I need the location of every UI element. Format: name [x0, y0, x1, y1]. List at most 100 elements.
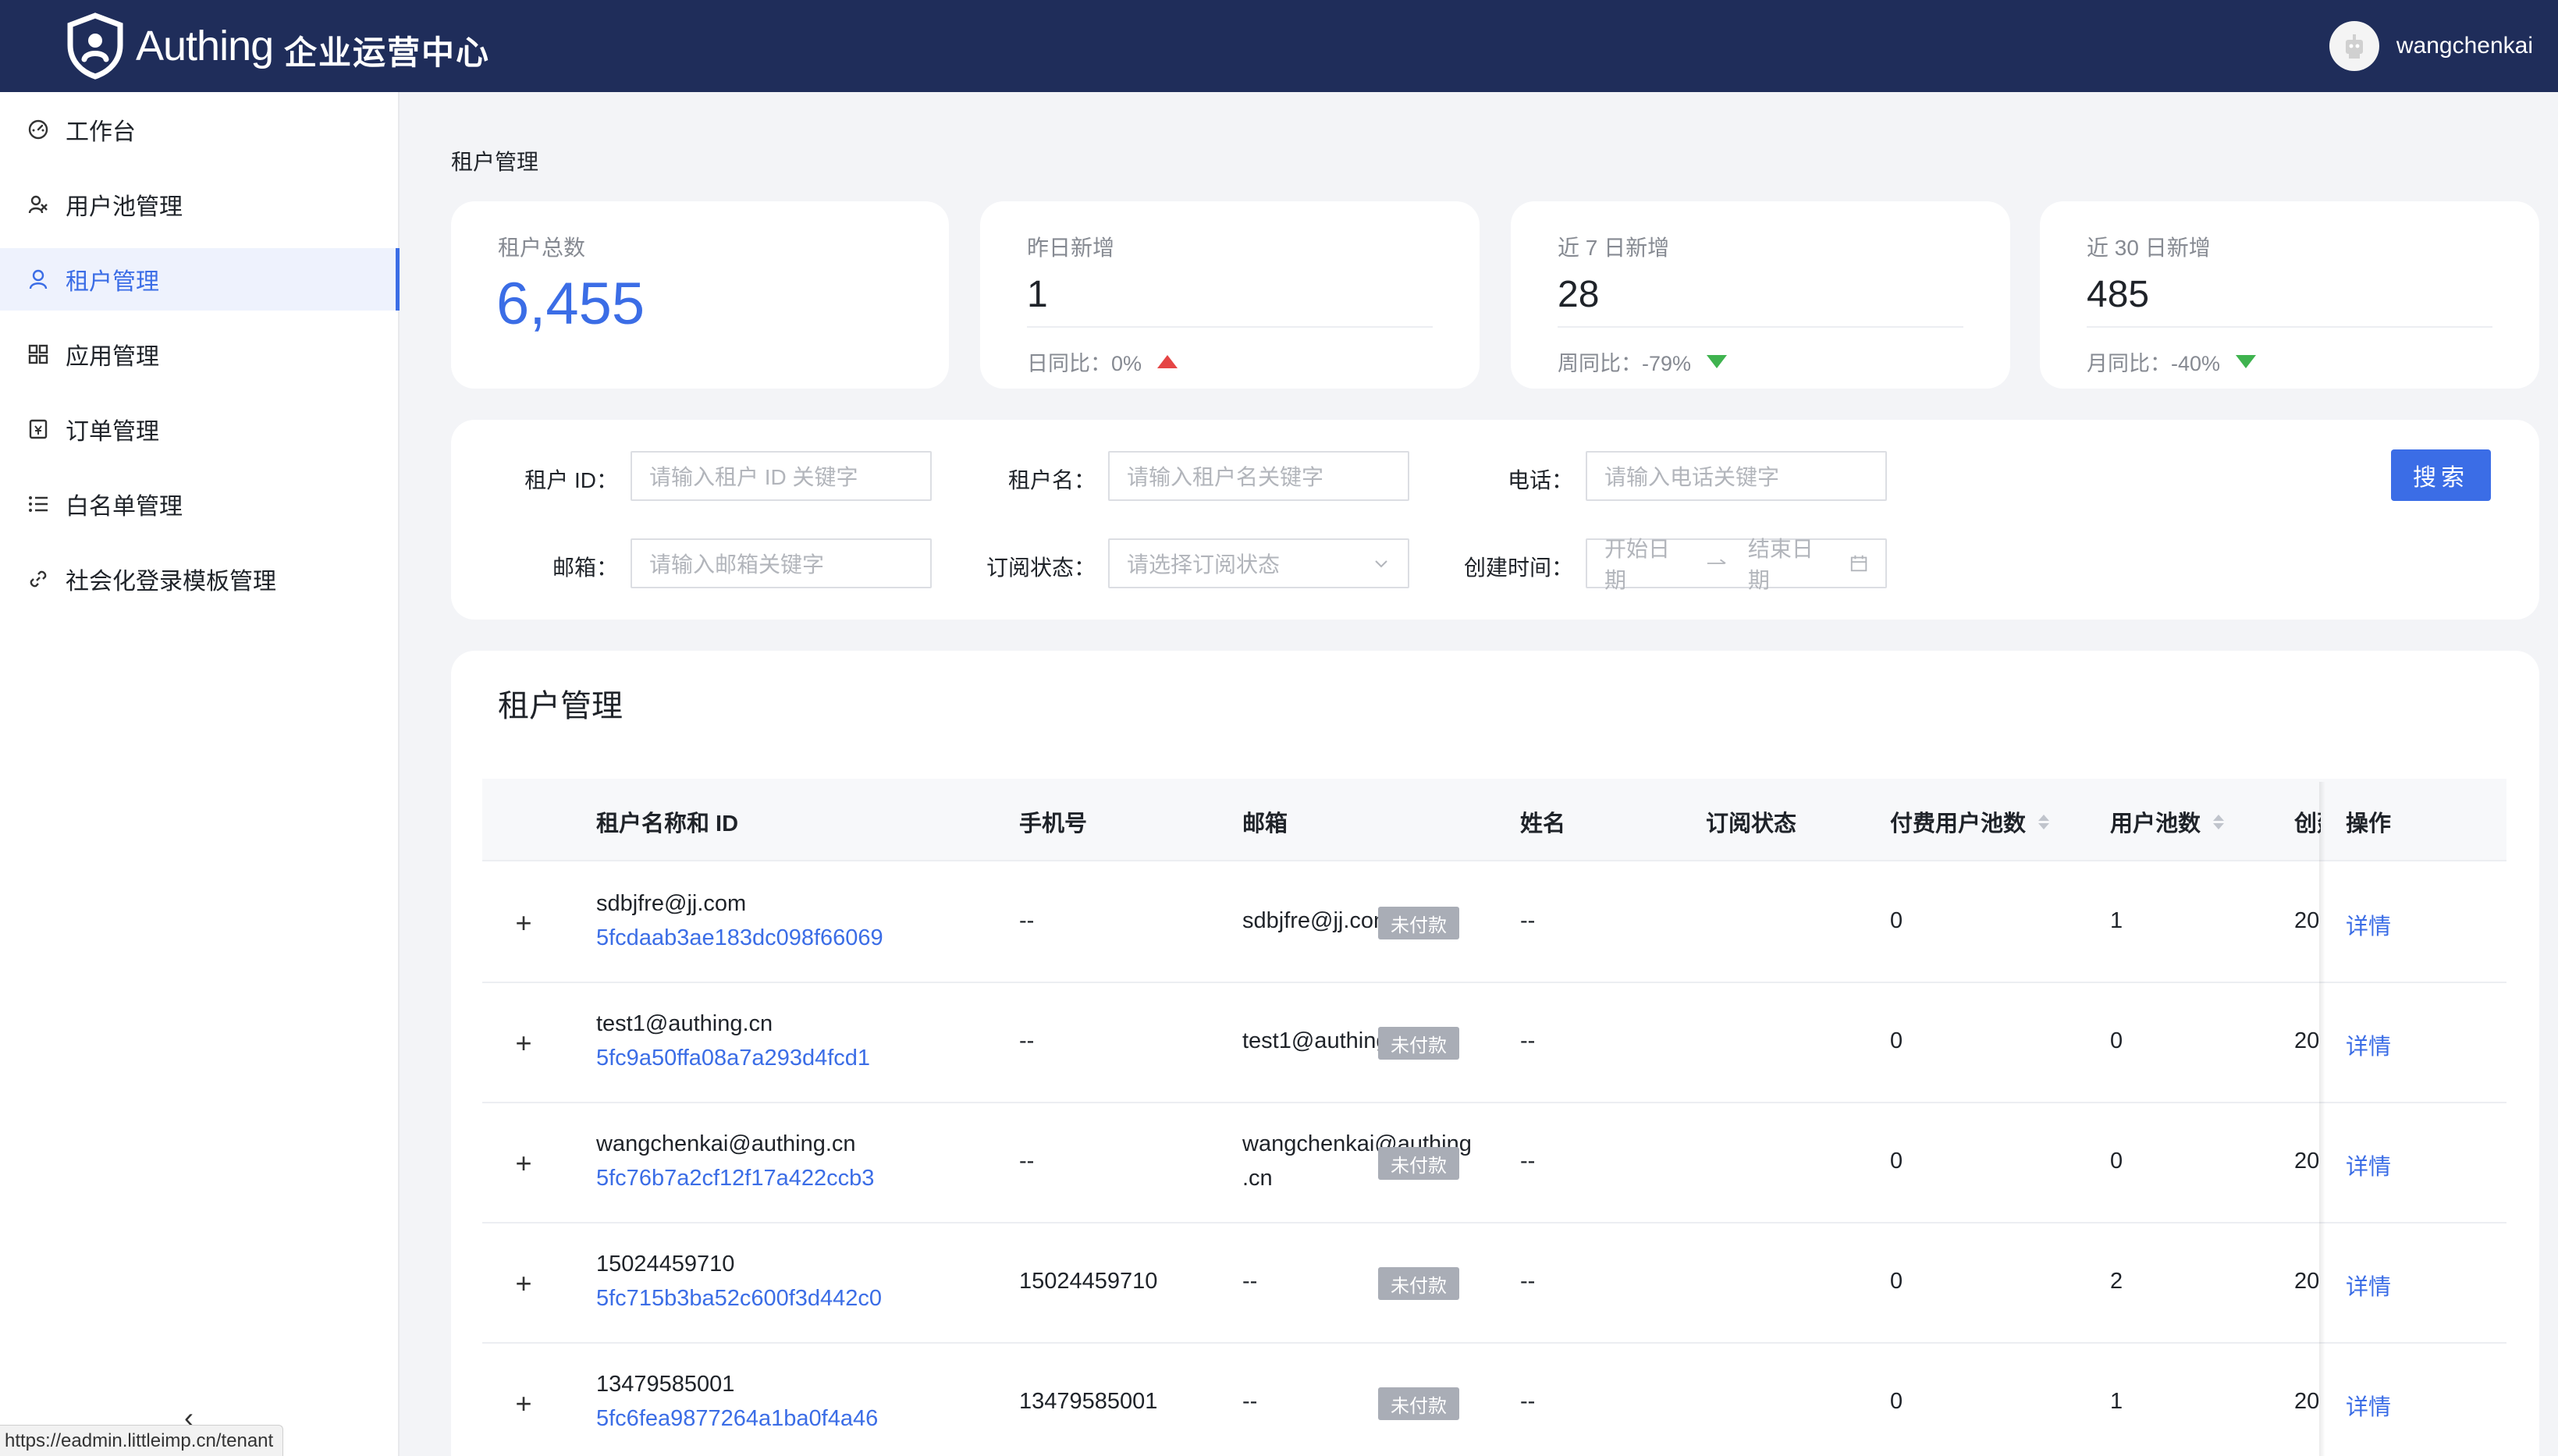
sidebar-item-label: 用户池管理 — [66, 187, 183, 222]
detail-link[interactable]: 详情 — [2346, 1149, 2391, 1181]
detail-link[interactable]: 详情 — [2346, 908, 2391, 941]
sidebar-item-tenant[interactable]: 租户管理 — [0, 248, 400, 311]
compare-text: 日同比：0% — [1027, 346, 1142, 377]
stat-value: 485 — [2087, 273, 2149, 316]
compare-text: 周同比：-79% — [1558, 346, 1691, 377]
stat-label: 租户总数 — [498, 231, 585, 262]
tenant-id-link[interactable]: 5fc6fea9877264a1ba0f4a46 — [596, 1406, 878, 1432]
sidebar-item-dashboard[interactable]: 工作台 — [0, 98, 400, 161]
dashboard-icon — [27, 118, 50, 141]
expand-row-icon[interactable]: + — [510, 1030, 537, 1056]
username[interactable]: wangchenkai — [2396, 33, 2533, 59]
tenant-name: wangchenkai@authing.cn — [596, 1131, 856, 1157]
page-title: 租户管理 — [451, 145, 538, 176]
tenant-name: 15024459710 — [596, 1252, 734, 1277]
table-title: 租户管理 — [498, 680, 623, 726]
start-date-input[interactable]: 开始日期 — [1604, 532, 1686, 595]
sidebar-item-label: 工作台 — [66, 112, 136, 147]
stat-compare: 月同比：-40% — [2087, 346, 2256, 377]
table-row: + test1@authing.cn 5fc9a50ffa08a7a293d4f… — [482, 983, 2506, 1103]
status-badge: 未付款 — [1378, 1147, 1459, 1180]
person-cell: -- — [1520, 1269, 1535, 1294]
tenant-id-label: 租户 ID： — [478, 463, 618, 495]
detail-link[interactable]: 详情 — [2346, 1389, 2391, 1422]
sidebar-item-orders[interactable]: 订单管理 — [0, 398, 400, 460]
tenant-name: sdbjfre@jj.com — [596, 891, 746, 917]
stat-divider — [2087, 326, 2492, 328]
detail-link[interactable]: 详情 — [2346, 1028, 2391, 1061]
stat-compare: 日同比：0% — [1027, 346, 1178, 377]
table-row: + 15024459710 5fc715b3ba52c600f3d442c0 1… — [482, 1223, 2506, 1344]
col-name-id: 租户名称和 ID — [596, 805, 738, 838]
sidebar-item-label: 白名单管理 — [66, 487, 183, 521]
sidebar-item-label: 订单管理 — [66, 412, 159, 446]
pools-cell: 1 — [2110, 1389, 2123, 1415]
detail-link[interactable]: 详情 — [2346, 1269, 2391, 1302]
col-paid-pools[interactable]: 付费用户池数 — [1890, 805, 2049, 838]
person-cell: -- — [1520, 908, 1535, 934]
sidebar-item-label: 社会化登录模板管理 — [66, 562, 276, 596]
pools-cell: 0 — [2110, 1149, 2123, 1174]
sidebar-item-social-login[interactable]: 社会化登录模板管理 — [0, 548, 400, 610]
tenant-id-link[interactable]: 5fcdaab3ae183dc098f66069 — [596, 925, 883, 951]
tenant-id-link[interactable]: 5fc9a50ffa08a7a293d4fcd1 — [596, 1046, 870, 1071]
email-input[interactable]: 请输入邮箱关键字 — [631, 538, 932, 588]
stat-label: 近 7 日新增 — [1558, 231, 1669, 262]
authing-logo[interactable]: Authing — [66, 11, 273, 81]
top-header: Authing 企业运营中心 wangchenkai — [0, 0, 2558, 92]
robot-avatar-icon — [2339, 30, 2370, 62]
end-date-input[interactable]: 结束日期 — [1748, 532, 1829, 595]
order-icon — [27, 417, 50, 441]
email-cell: -- — [1242, 1389, 1257, 1415]
col-created: 创建 — [2294, 805, 2321, 838]
stat-compare: 周同比：-79% — [1558, 346, 1727, 377]
table-header: 租户名称和 ID 手机号 邮箱 姓名 订阅状态 付费用户池数 用户池数 创建 操… — [482, 779, 2506, 861]
grid-icon — [27, 343, 50, 366]
date-range-picker[interactable]: 开始日期 结束日期 — [1586, 538, 1887, 588]
stat-card-total: 租户总数 6,455 — [451, 201, 949, 389]
tenant-id-link[interactable]: 5fc715b3ba52c600f3d442c0 — [596, 1286, 882, 1312]
phone-input[interactable]: 请输入电话关键字 — [1586, 451, 1887, 501]
filter-panel — [451, 420, 2539, 620]
trend-up-icon — [1157, 355, 1178, 368]
compare-text: 月同比：-40% — [2087, 346, 2220, 377]
arrow-right-icon — [1706, 558, 1728, 569]
expand-row-icon[interactable]: + — [510, 910, 537, 936]
created-cell: 20 — [2294, 1149, 2319, 1174]
status-badge: 未付款 — [1378, 1387, 1459, 1420]
user-menu[interactable]: wangchenkai — [2329, 17, 2533, 75]
tenant-id-input[interactable]: 请输入租户 ID 关键字 — [631, 451, 932, 501]
email-label: 邮箱： — [478, 551, 618, 582]
email-cell: sdbjfre@jj.com — [1242, 908, 1392, 934]
status-bar-url: https://eadmin.littleimp.cn/tenant — [0, 1425, 283, 1456]
avatar[interactable] — [2329, 21, 2379, 71]
created-label: 创建时间： — [1433, 551, 1573, 582]
col-paid-pools-label: 付费用户池数 — [1890, 805, 2026, 838]
person-cell: -- — [1520, 1028, 1535, 1054]
status-badge: 未付款 — [1378, 1027, 1459, 1060]
col-status: 订阅状态 — [1706, 805, 1796, 838]
stat-value: 6,455 — [496, 270, 645, 338]
col-pools[interactable]: 用户池数 — [2110, 805, 2224, 838]
col-actions: 操作 — [2346, 805, 2391, 838]
search-button[interactable]: 搜索 — [2391, 449, 2491, 501]
expand-row-icon[interactable]: + — [510, 1150, 537, 1177]
tenant-id-link[interactable]: 5fc76b7a2cf12f17a422ccb3 — [596, 1166, 874, 1191]
expand-row-icon[interactable]: + — [510, 1270, 537, 1297]
sidebar-item-user-pool[interactable]: 用户池管理 — [0, 173, 400, 236]
user-icon — [27, 268, 50, 291]
status-badge: 未付款 — [1378, 907, 1459, 939]
paid-pools-cell: 0 — [1890, 1389, 1903, 1415]
stat-divider — [1558, 326, 1963, 328]
expand-row-icon[interactable]: + — [510, 1390, 537, 1417]
tenant-name-input[interactable]: 请输入租户名关键字 — [1108, 451, 1409, 501]
list-icon — [27, 492, 50, 516]
subscription-select[interactable]: 请选择订阅状态 — [1108, 538, 1409, 588]
stat-label: 昨日新增 — [1027, 231, 1114, 262]
person-cell: -- — [1520, 1389, 1535, 1415]
sort-icon[interactable] — [2038, 815, 2049, 829]
sidebar-item-apps[interactable]: 应用管理 — [0, 323, 400, 385]
phone-cell: -- — [1019, 1149, 1034, 1174]
sort-icon[interactable] — [2213, 815, 2224, 829]
sidebar-item-whitelist[interactable]: 白名单管理 — [0, 473, 400, 535]
